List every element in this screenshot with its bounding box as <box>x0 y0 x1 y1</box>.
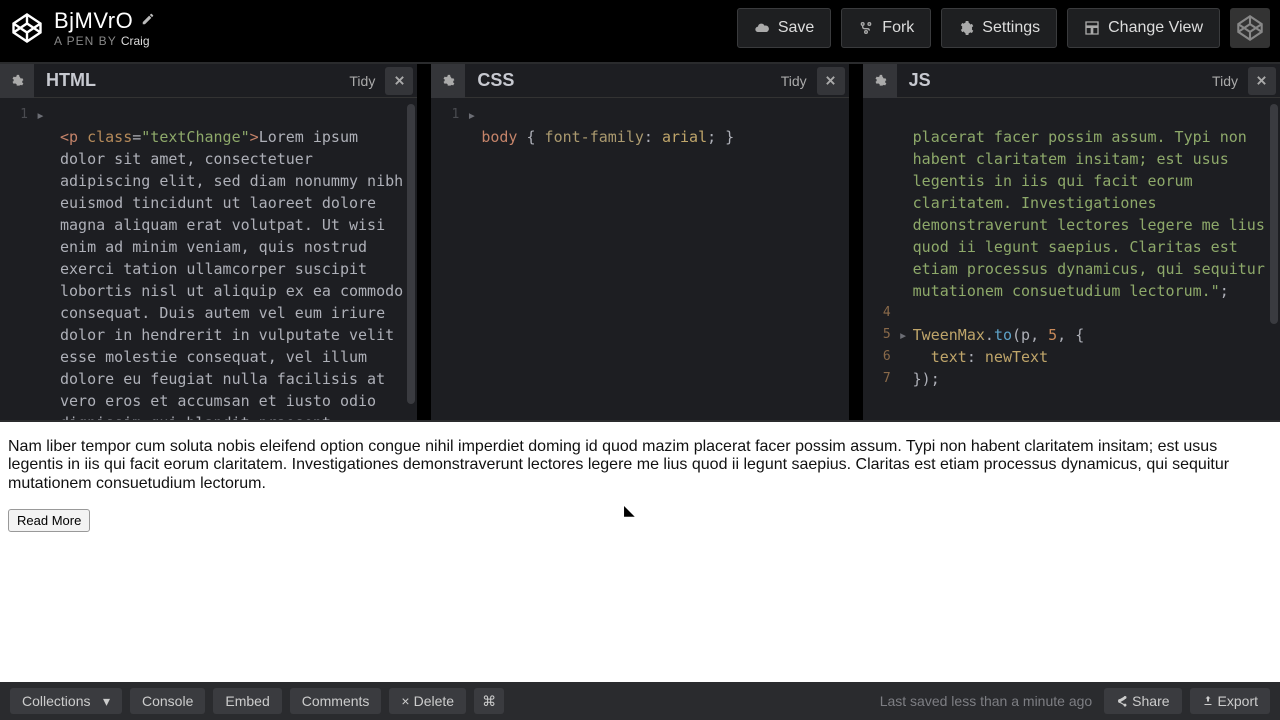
pane-css-tidy[interactable]: Tidy <box>771 73 817 89</box>
pane-js: JS Tidy 4 5 6 7 ▸ placerat facer possim … <box>863 64 1280 420</box>
preview-frame: Nam liber tempor cum soluta nobis eleife… <box>0 422 1280 682</box>
fork-icon <box>858 20 874 36</box>
top-bar: BjMVrO A PEN BY Craig Save Fork Settings… <box>0 0 1280 62</box>
shortcuts-button[interactable]: ⌘ <box>474 688 504 714</box>
pane-css-close[interactable] <box>817 67 845 95</box>
js-scrollbar[interactable] <box>1270 104 1278 324</box>
layout-icon <box>1084 20 1100 36</box>
pane-html-close[interactable] <box>385 67 413 95</box>
pane-js-tidy[interactable]: Tidy <box>1202 73 1248 89</box>
mouse-cursor-icon: ◣ <box>624 502 635 518</box>
pane-html-settings[interactable] <box>0 64 34 98</box>
pane-html-title: HTML <box>34 70 96 91</box>
top-actions: Save Fork Settings Change View <box>737 8 1270 48</box>
pane-html-tidy[interactable]: Tidy <box>339 73 385 89</box>
user-avatar[interactable] <box>1230 8 1270 48</box>
export-icon <box>1202 695 1214 707</box>
change-view-button[interactable]: Change View <box>1067 8 1220 48</box>
pane-js-title: JS <box>897 70 931 91</box>
fold-marker-icon[interactable]: ▸ <box>467 104 476 126</box>
codepen-logo-icon <box>12 13 42 43</box>
gear-icon <box>10 74 24 88</box>
html-scrollbar[interactable] <box>407 104 415 404</box>
css-editor[interactable]: 1 ▸ body { font-family: arial; } <box>431 98 848 420</box>
pen-subtitle: A PEN BY Craig <box>54 34 155 48</box>
edit-title-icon[interactable] <box>141 12 155 31</box>
close-icon <box>825 75 836 86</box>
close-icon <box>1256 75 1267 86</box>
css-gutter: 1 <box>431 104 465 126</box>
save-status: Last saved less than a minute ago <box>880 693 1092 709</box>
export-button[interactable]: Export <box>1190 688 1270 714</box>
html-editor[interactable]: 1 ▸ <p class="textChange">Lorem ipsum do… <box>0 98 417 420</box>
fold-marker-icon[interactable]: ▸ <box>36 104 45 126</box>
pane-html: HTML Tidy 1 ▸ <p class="textChange">Lore… <box>0 64 431 420</box>
codepen-avatar-icon <box>1237 15 1263 41</box>
gear-icon <box>873 74 887 88</box>
pane-css-settings[interactable] <box>431 64 465 98</box>
codepen-logo[interactable] <box>10 11 44 45</box>
js-gutter: 4 5 6 7 <box>863 104 897 390</box>
pen-title[interactable]: BjMVrO <box>54 8 133 34</box>
pane-css: CSS Tidy 1 ▸ body { font-family: arial; … <box>431 64 862 420</box>
bottom-bar: Collections ▾ Console Embed Comments × D… <box>0 682 1280 720</box>
fork-button[interactable]: Fork <box>841 8 931 48</box>
js-editor[interactable]: 4 5 6 7 ▸ placerat facer possim assum. T… <box>863 98 1280 420</box>
preview-paragraph: Nam liber tempor cum soluta nobis eleife… <box>8 438 1272 493</box>
chevron-down-icon: ▾ <box>103 693 110 710</box>
close-icon <box>394 75 405 86</box>
pane-css-title: CSS <box>465 70 514 91</box>
collections-button[interactable]: Collections ▾ <box>10 688 122 714</box>
gear-icon <box>958 20 974 36</box>
share-button[interactable]: Share <box>1104 688 1181 714</box>
logo-title-group: BjMVrO A PEN BY Craig <box>10 8 155 48</box>
save-button[interactable]: Save <box>737 8 831 48</box>
html-gutter: 1 <box>0 104 34 126</box>
fold-marker-icon[interactable]: ▸ <box>899 324 908 346</box>
gear-icon <box>441 74 455 88</box>
read-more-button[interactable]: Read More <box>8 509 90 532</box>
delete-button[interactable]: × Delete <box>389 688 466 714</box>
embed-button[interactable]: Embed <box>213 688 281 714</box>
console-button[interactable]: Console <box>130 688 205 714</box>
share-icon <box>1116 695 1128 707</box>
cloud-icon <box>754 20 770 36</box>
pane-js-settings[interactable] <box>863 64 897 98</box>
comments-button[interactable]: Comments <box>290 688 382 714</box>
author-link[interactable]: Craig <box>121 34 150 48</box>
pane-js-close[interactable] <box>1248 67 1276 95</box>
editor-row: HTML Tidy 1 ▸ <p class="textChange">Lore… <box>0 62 1280 422</box>
settings-button[interactable]: Settings <box>941 8 1057 48</box>
